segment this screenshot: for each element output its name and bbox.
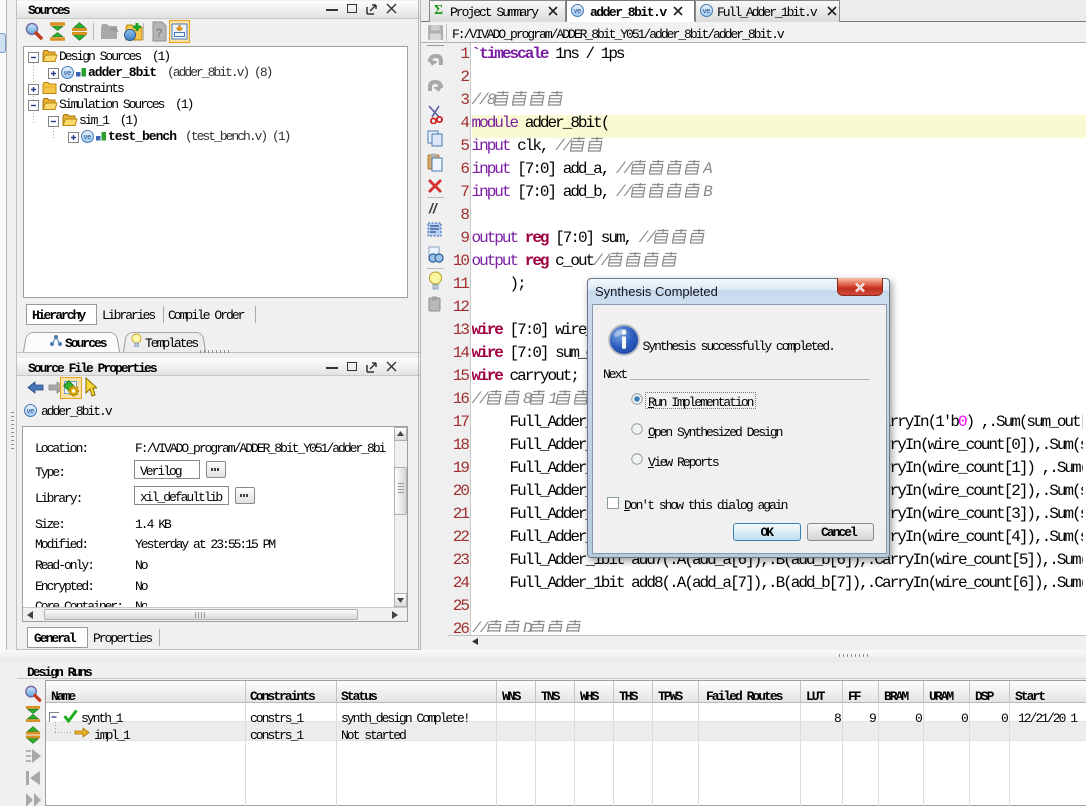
svg-text:?: ? <box>155 26 162 40</box>
